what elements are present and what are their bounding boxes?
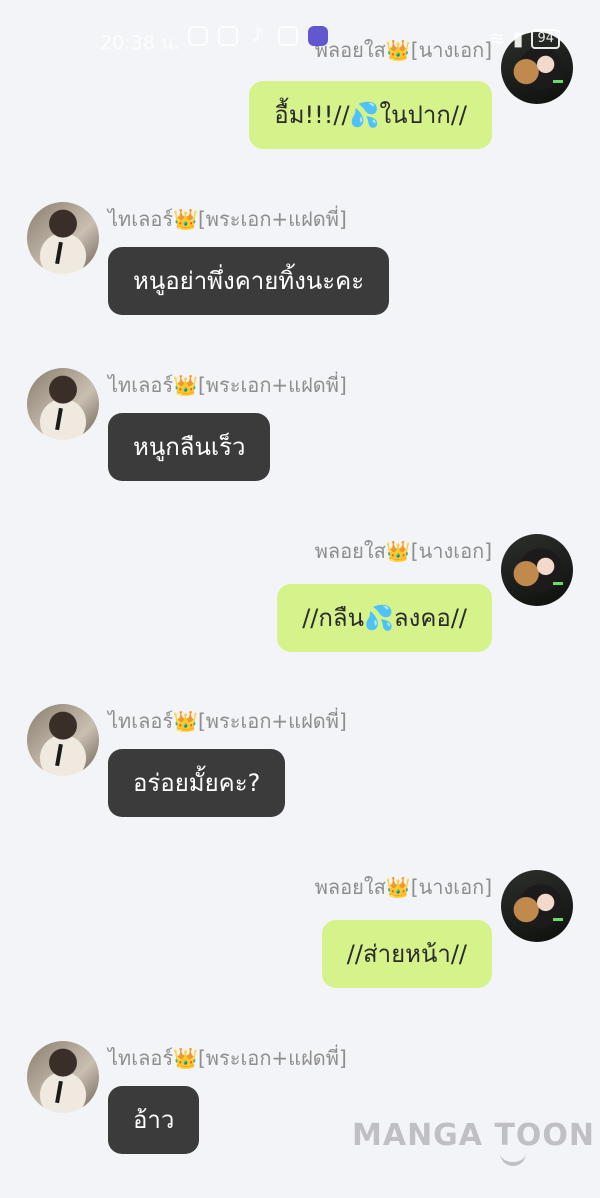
youtube-icon — [278, 26, 298, 46]
smile-icon — [500, 1152, 526, 1166]
sender-role: [นางเอก] — [410, 539, 492, 563]
sweat-drops-icon: 💦 — [349, 101, 380, 129]
message-bubble[interactable]: //ส่ายหน้า// — [321, 920, 492, 988]
avatar[interactable] — [27, 368, 99, 440]
sender-role: [พระเอก+แฝดพี่] — [198, 1046, 347, 1070]
message-text: //กลืน — [302, 604, 365, 632]
avatar[interactable] — [27, 1041, 99, 1113]
sender-name-text: ไทเลอร์ — [108, 373, 174, 397]
status-time: 20:38 น. — [100, 32, 180, 54]
sender-name: พลอยใส👑[นางเอก] — [315, 535, 492, 567]
sender-name-text: ไทเลอร์ — [108, 709, 174, 733]
notification-icons: ♪ — [188, 26, 328, 46]
message-text: ลงคอ// — [393, 604, 467, 632]
app-notification-icon — [218, 26, 238, 46]
tiktok-icon: ♪ — [252, 25, 264, 46]
avatar[interactable] — [27, 704, 99, 776]
sweat-drops-icon: 💦 — [364, 604, 394, 632]
message-bubble[interactable]: หนูอย่าพึ่งคายทิ้งนะคะ — [108, 247, 390, 315]
message-text: อ้าว — [133, 1106, 175, 1134]
sender-name: ไทเลอร์👑[พระเอก+แฝดพี่] — [108, 705, 347, 737]
message-text: อื้ม!!!// — [274, 101, 350, 129]
message-bubble[interactable]: หนูกลืนเร็ว — [108, 413, 271, 481]
sender-name: พลอยใส👑[นางเอก] — [315, 871, 492, 903]
sender-role: [นางเอก] — [410, 38, 492, 62]
crown-icon: 👑 — [173, 207, 198, 231]
message-bubble[interactable]: //กลืน💦ลงคอ// — [277, 584, 492, 652]
sender-name-text: พลอยใส — [314, 875, 386, 899]
sender-role: [พระเอก+แฝดพี่] — [198, 709, 347, 733]
sender-role: [พระเอก+แฝดพี่] — [198, 373, 347, 397]
crown-icon: 👑 — [385, 38, 411, 62]
sender-name-text: ไทเลอร์ — [108, 207, 174, 231]
crown-icon: 👑 — [173, 373, 198, 397]
sender-name: ไทเลอร์👑[พระเอก+แฝดพี่] — [108, 369, 347, 401]
crown-icon: 👑 — [173, 1046, 198, 1070]
sender-name: ไทเลอร์👑[พระเอก+แฝดพี่] — [108, 203, 347, 235]
message-bubble[interactable]: อ้าว — [108, 1086, 200, 1154]
sender-name-text: พลอยใส — [314, 539, 386, 563]
message-bubble[interactable]: อร่อยมั้ยคะ? — [108, 749, 286, 817]
message-text: ในปาก// — [379, 101, 467, 129]
sender-role: [พระเอก+แฝดพี่] — [198, 207, 347, 231]
sender-role: [นางเอก] — [410, 875, 492, 899]
sender-name: พลอยใส👑[นางเอก] — [315, 34, 492, 66]
message-text: อร่อยมั้ยคะ? — [133, 769, 261, 797]
avatar[interactable] — [501, 32, 573, 104]
avatar[interactable] — [501, 534, 573, 606]
message-text: หนูอย่าพึ่งคายทิ้งนะคะ — [133, 267, 365, 295]
crown-icon: 👑 — [385, 875, 411, 899]
crown-icon: 👑 — [173, 709, 198, 733]
sender-name-text: พลอยใส — [314, 38, 386, 62]
app-notification-icon — [188, 26, 208, 46]
crown-icon: 👑 — [385, 539, 411, 563]
sender-name-text: ไทเลอร์ — [108, 1046, 174, 1070]
message-bubble[interactable]: อื้ม!!!//💦ในปาก// — [249, 81, 492, 149]
message-text: หนูกลืนเร็ว — [133, 433, 246, 461]
avatar[interactable] — [27, 202, 99, 274]
watermark-text: MANGA TOON — [352, 1118, 596, 1153]
sender-name: ไทเลอร์👑[พระเอก+แฝดพี่] — [108, 1042, 347, 1074]
avatar[interactable] — [501, 870, 573, 942]
watermark-logo: MANGA TOON — [352, 1118, 596, 1166]
message-text: //ส่ายหน้า// — [346, 940, 467, 968]
